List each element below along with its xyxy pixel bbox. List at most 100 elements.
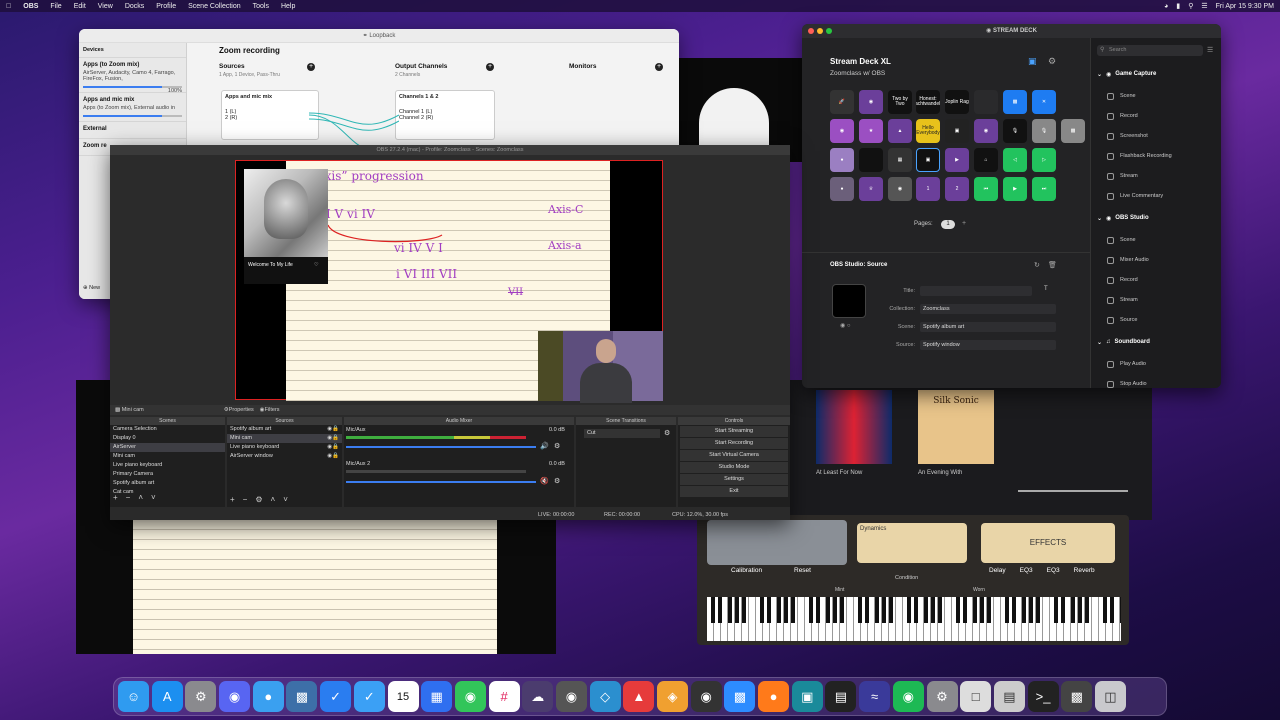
search-icon[interactable]: ⚲ [1188, 2, 1193, 10]
eye-icon[interactable]: ◉🔒 [327, 425, 342, 434]
start-virtual-camera-button[interactable]: Start Virtual Camera [680, 450, 788, 461]
action-item[interactable]: Stop Audio [1091, 374, 1221, 388]
scene-item[interactable]: Primary Camera [110, 470, 225, 479]
action-item[interactable]: Mixer Audio [1091, 250, 1221, 270]
device-apps-zoom-mix[interactable]: Apps (to Zoom mix) AirServer, Audacity, … [79, 58, 186, 94]
action-item[interactable]: Screenshot [1091, 126, 1221, 146]
cloud-icon[interactable]: ☁ [522, 681, 554, 712]
action-item[interactable]: Live Commentary [1091, 186, 1221, 206]
device-apps-mic-mix[interactable]: Apps and mic mix Apps (to Zoom mix), Ext… [79, 93, 186, 122]
volume-slider[interactable] [1018, 490, 1128, 492]
action-item[interactable]: Scene [1091, 230, 1221, 250]
spotify-album-source[interactable]: Welcome To My Life ♡ [244, 169, 328, 284]
app-store-icon[interactable]: A [151, 681, 183, 712]
add-source-button[interactable]: + [307, 63, 315, 71]
gear-icon[interactable]: ⚙ [664, 429, 670, 437]
collection-select[interactable]: Zoomclass [920, 304, 1056, 314]
key-spotify-prev[interactable]: ◁ [1003, 148, 1027, 172]
device-volume-slider[interactable] [83, 115, 182, 117]
source-box-apps-mic-mix[interactable]: Apps and mic mix 1 (L) 2 (R) [221, 90, 319, 140]
butterfly-icon[interactable]: ◈ [657, 681, 688, 712]
studio-mode-button[interactable]: Studio Mode [680, 462, 788, 473]
key-scene[interactable]: ▲ [888, 119, 912, 143]
speaker-icon[interactable]: 🔊 [540, 442, 549, 450]
store-icon[interactable]: ▣ [1028, 56, 1037, 67]
calendar-icon[interactable]: 15 [387, 681, 419, 712]
things-icon[interactable]: ✓ [353, 681, 385, 712]
automator-icon[interactable]: ⚙ [926, 681, 958, 712]
mini-cam-source[interactable] [538, 331, 663, 403]
keynote-icon[interactable]: ▦ [421, 681, 453, 712]
key-display[interactable]: ▶ [945, 148, 969, 172]
minimize-button[interactable] [817, 28, 823, 34]
key-home[interactable]: ⌂ [974, 148, 998, 172]
obs-icon[interactable]: ◉ [690, 681, 722, 712]
reset-button[interactable]: Reset [794, 567, 811, 574]
slack-icon[interactable]: # [488, 681, 520, 712]
preview-canvas[interactable]: “ Axis” progression I V vi IV Axis-C vi … [235, 160, 663, 403]
close-button[interactable] [808, 28, 814, 34]
menu-scene-collection[interactable]: Scene Collection [188, 3, 241, 10]
mixer-channel-1-fader[interactable] [346, 446, 536, 448]
key-hello-everybody[interactable]: Hello Everybody [916, 119, 940, 143]
key-zoom-mute[interactable]: ✕ [1032, 90, 1056, 114]
scene-select[interactable]: Spotify album art [920, 322, 1056, 332]
refresh-icon[interactable]: ↻ [1034, 261, 1040, 269]
add-monitor-button[interactable]: + [655, 63, 663, 71]
menu-docks[interactable]: Docks [125, 3, 144, 10]
action-item[interactable]: Scene [1091, 86, 1221, 106]
menu-tools[interactable]: Tools [253, 3, 269, 10]
device-volume-slider[interactable] [83, 86, 182, 88]
group-soundboard[interactable]: ⌄ ♫ Soundboard [1091, 330, 1221, 354]
file-icon[interactable]: □ [960, 681, 992, 712]
move-down-button[interactable]: ˅ [151, 493, 156, 502]
parcel-icon[interactable]: ▲ [623, 681, 655, 712]
remove-scene-button[interactable]: − [126, 493, 131, 502]
start-streaming-button[interactable]: Start Streaming [680, 426, 788, 437]
menu-clock[interactable]: Fri Apr 15 9:30 PM [1216, 3, 1274, 10]
scene-item[interactable]: Live piano keyboard [110, 461, 225, 470]
device-selector[interactable]: Stream Deck XL [830, 57, 891, 66]
title-input[interactable] [920, 286, 1032, 296]
remove-source-button[interactable]: − [243, 495, 248, 504]
transition-select[interactable]: Cut [584, 429, 660, 438]
output-box[interactable]: Channels 1 & 2 Channel 1 (L) Channel 2 (… [395, 90, 495, 140]
obs-preview[interactable]: “ Axis” progression I V vi IV Axis-C vi … [110, 155, 790, 405]
move-up-button[interactable]: ˄ [271, 495, 276, 504]
album-cover-dark[interactable] [816, 390, 892, 464]
robot-icon[interactable]: ◉ [555, 681, 587, 712]
trash-icon[interactable]: 🗑 [1048, 261, 1057, 269]
firefox-icon[interactable]: ● [758, 681, 790, 712]
scene-item[interactable]: AirServer [110, 443, 225, 452]
zoom-button[interactable] [826, 28, 832, 34]
window-icon[interactable]: ▤ [993, 681, 1025, 712]
source-item[interactable]: AirServer window ◉🔒 [227, 452, 342, 461]
settings-button[interactable]: Settings [680, 474, 788, 485]
properties-button[interactable]: ⚙Properties [224, 405, 254, 415]
eq3-button-1[interactable]: EQ3 [1020, 567, 1033, 574]
key-record[interactable]: ◉ [830, 119, 854, 143]
key-zoom-video[interactable]: ▩ [1003, 90, 1027, 114]
terminal-icon[interactable]: >_ [1027, 681, 1059, 712]
eq3-button-2[interactable]: EQ3 [1047, 567, 1060, 574]
gear-icon[interactable]: ⚙ [554, 442, 560, 450]
new-device-button[interactable]: ⊕ New [83, 285, 100, 291]
zoom-icon[interactable]: ▩ [724, 681, 756, 712]
menu-edit[interactable]: Edit [74, 3, 86, 10]
menu-profile[interactable]: Profile [156, 3, 176, 10]
device-title[interactable]: Zoom recording [219, 46, 280, 55]
key-mic-2[interactable]: 🎙 [1032, 119, 1056, 143]
menu-help[interactable]: Help [281, 3, 295, 10]
key-purple[interactable]: ◉ [859, 90, 883, 114]
screen-icon[interactable]: ▩ [1061, 681, 1093, 712]
key-rocket[interactable]: 🚀 [830, 90, 854, 114]
key-stream[interactable]: ★ [859, 119, 883, 143]
menu-file[interactable]: File [50, 3, 61, 10]
source-settings-button[interactable]: ⚙ [255, 495, 262, 504]
add-output-button[interactable]: + [486, 63, 494, 71]
eye-icon[interactable]: ◉🔒 [327, 443, 342, 452]
tweetbot-icon[interactable]: ● [252, 681, 284, 712]
group-game-capture[interactable]: ⌄ ◉ Game Capture [1091, 62, 1221, 86]
move-up-button[interactable]: ˄ [138, 493, 143, 502]
action-item[interactable]: Play Audio [1091, 354, 1221, 374]
